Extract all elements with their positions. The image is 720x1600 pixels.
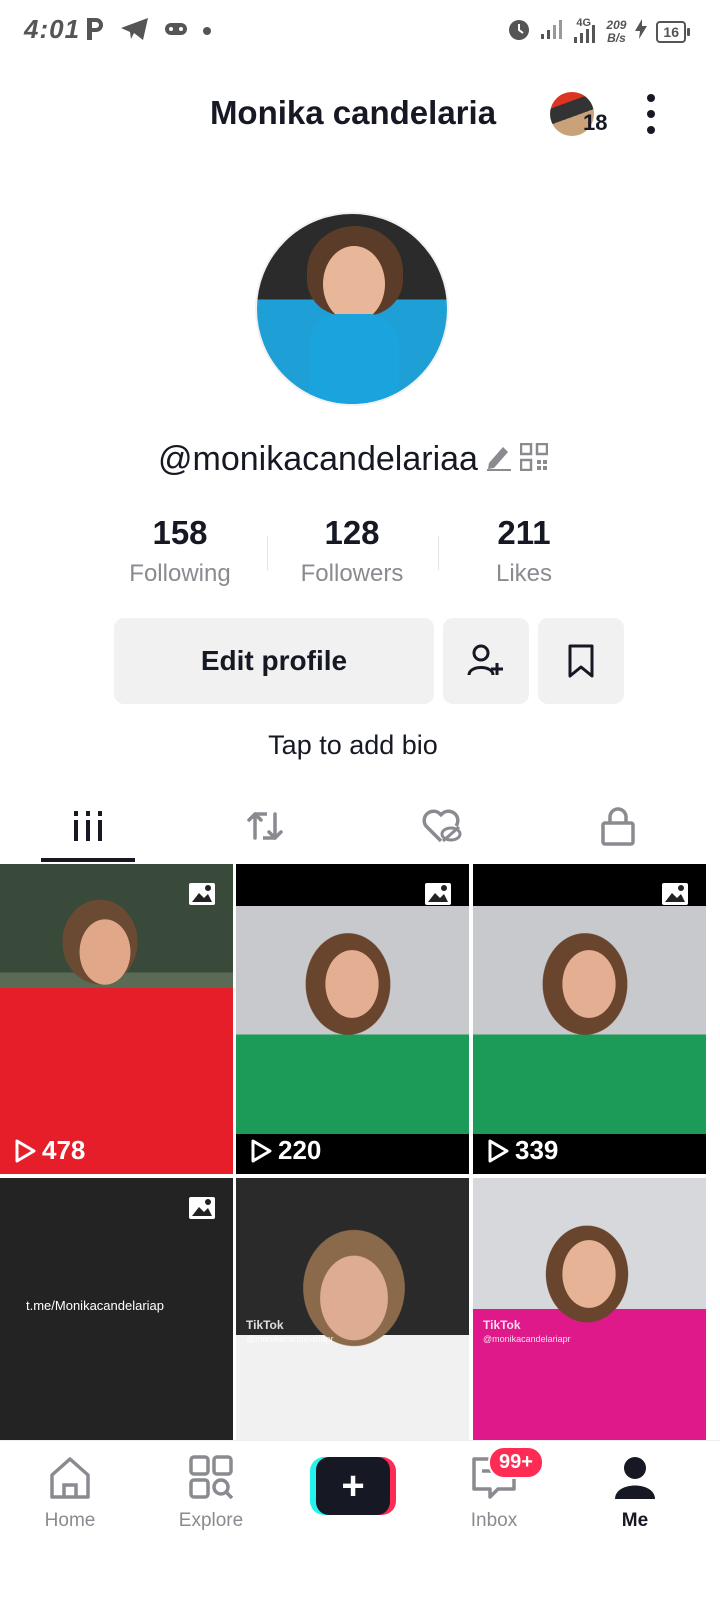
nav-label: Home	[44, 1510, 96, 1531]
stat-label: Likes	[495, 560, 553, 587]
plus-icon: +	[316, 1457, 390, 1515]
create-button[interactable]: +	[310, 1457, 396, 1515]
parking-icon	[84, 16, 106, 47]
video-tile[interactable]: TikTok @monikacandelariapr	[473, 1178, 706, 1440]
qr-code-icon[interactable]	[519, 442, 549, 476]
stat-following[interactable]: 158 Following	[94, 514, 266, 588]
stat-value: 158	[152, 514, 208, 551]
nav-me[interactable]: Me	[580, 1455, 690, 1532]
view-count: 220	[250, 1135, 321, 1166]
dot-icon	[647, 126, 655, 134]
play-icon	[251, 1139, 272, 1162]
charging-icon	[634, 18, 648, 45]
private-lock-icon	[601, 807, 635, 846]
gamepad-icon	[164, 21, 188, 42]
photo-icon	[424, 882, 452, 906]
alarm-icon	[506, 16, 532, 47]
stat-value: 128	[324, 514, 380, 551]
dot-icon	[647, 110, 655, 118]
video-tile[interactable]: 220	[236, 864, 469, 1174]
explore-icon	[189, 1455, 234, 1500]
avatar-body	[309, 314, 399, 404]
tiktok-watermark: TikTok @monikacandelariapr	[246, 1318, 334, 1344]
active-tab-indicator	[41, 858, 135, 862]
stat-value: 211	[497, 514, 551, 551]
nav-label: Inbox	[470, 1510, 518, 1531]
video-tile[interactable]: t.me/Monikacandelariap	[0, 1178, 233, 1440]
photo-icon	[188, 1196, 216, 1220]
tiktok-watermark: TikTok @monikacandelariapr	[483, 1318, 571, 1344]
tab-reposts[interactable]	[235, 804, 295, 848]
stat-likes[interactable]: 211 Likes	[438, 514, 610, 588]
stat-divider	[438, 536, 439, 570]
signal-icon	[540, 18, 564, 45]
stat-followers[interactable]: 128 Followers	[266, 514, 438, 588]
nav-home[interactable]: Home	[15, 1455, 125, 1532]
play-icon	[15, 1139, 36, 1162]
add-bio-prompt[interactable]: Tap to add bio	[0, 730, 706, 761]
stat-label: Followers	[300, 560, 404, 587]
liked-hidden-icon	[422, 809, 462, 843]
view-count: 478	[14, 1135, 85, 1166]
content-tabs	[0, 790, 720, 862]
reposts-icon	[247, 812, 283, 840]
view-count: 339	[487, 1135, 558, 1166]
username-row: @monikacandelariaa	[0, 440, 706, 479]
avatar-face	[323, 246, 385, 322]
profile-avatar[interactable]	[255, 212, 449, 406]
video-tile[interactable]: 339	[473, 864, 706, 1174]
photo-icon	[661, 882, 689, 906]
bookmark-icon	[568, 644, 594, 678]
edit-pencil-icon[interactable]	[486, 443, 512, 476]
edit-profile-button[interactable]: Edit profile	[114, 618, 434, 704]
profile-icon	[615, 1457, 655, 1499]
signal-4g-icon: 4G	[572, 17, 598, 45]
video-tile[interactable]: TikTok @monikacandelariapr	[236, 1178, 469, 1440]
profile-stats: 158 Following 128 Followers 211 Likes	[94, 514, 610, 588]
bottom-navigation: Home Explore + Inbox Me	[0, 1440, 720, 1600]
tab-videos[interactable]	[58, 804, 118, 848]
nav-label: Explore	[178, 1510, 244, 1531]
photo-icon	[188, 882, 216, 906]
favorites-button[interactable]	[538, 618, 624, 704]
video-caption: t.me/Monikacandelariap	[26, 1298, 165, 1313]
username: @monikacandelariaa	[158, 440, 478, 478]
status-time: 4:01	[24, 14, 81, 44]
add-friend-button[interactable]	[443, 618, 529, 704]
dot-icon	[202, 23, 212, 41]
video-tile[interactable]: 478	[0, 864, 233, 1174]
more-options-button[interactable]	[638, 94, 664, 134]
stat-divider	[267, 536, 268, 570]
network-speed: 209 B/s	[606, 17, 627, 45]
play-icon	[488, 1139, 509, 1162]
home-icon	[50, 1457, 90, 1499]
nav-label: Me	[621, 1510, 649, 1531]
add-user-icon	[467, 644, 503, 676]
battery-icon: 16	[656, 20, 690, 43]
stat-label: Following	[129, 560, 231, 587]
tab-private[interactable]	[588, 804, 648, 848]
status-bar: 4:01 4G 209 B/s 16	[0, 0, 720, 62]
dot-icon	[647, 94, 655, 102]
tab-liked[interactable]	[412, 804, 472, 848]
friends-count[interactable]: 18	[583, 110, 607, 136]
nav-explore[interactable]: Explore	[156, 1455, 266, 1532]
telegram-icon	[120, 17, 150, 46]
videos-grid-icon	[74, 811, 102, 841]
inbox-badge: 99+	[488, 1446, 544, 1479]
